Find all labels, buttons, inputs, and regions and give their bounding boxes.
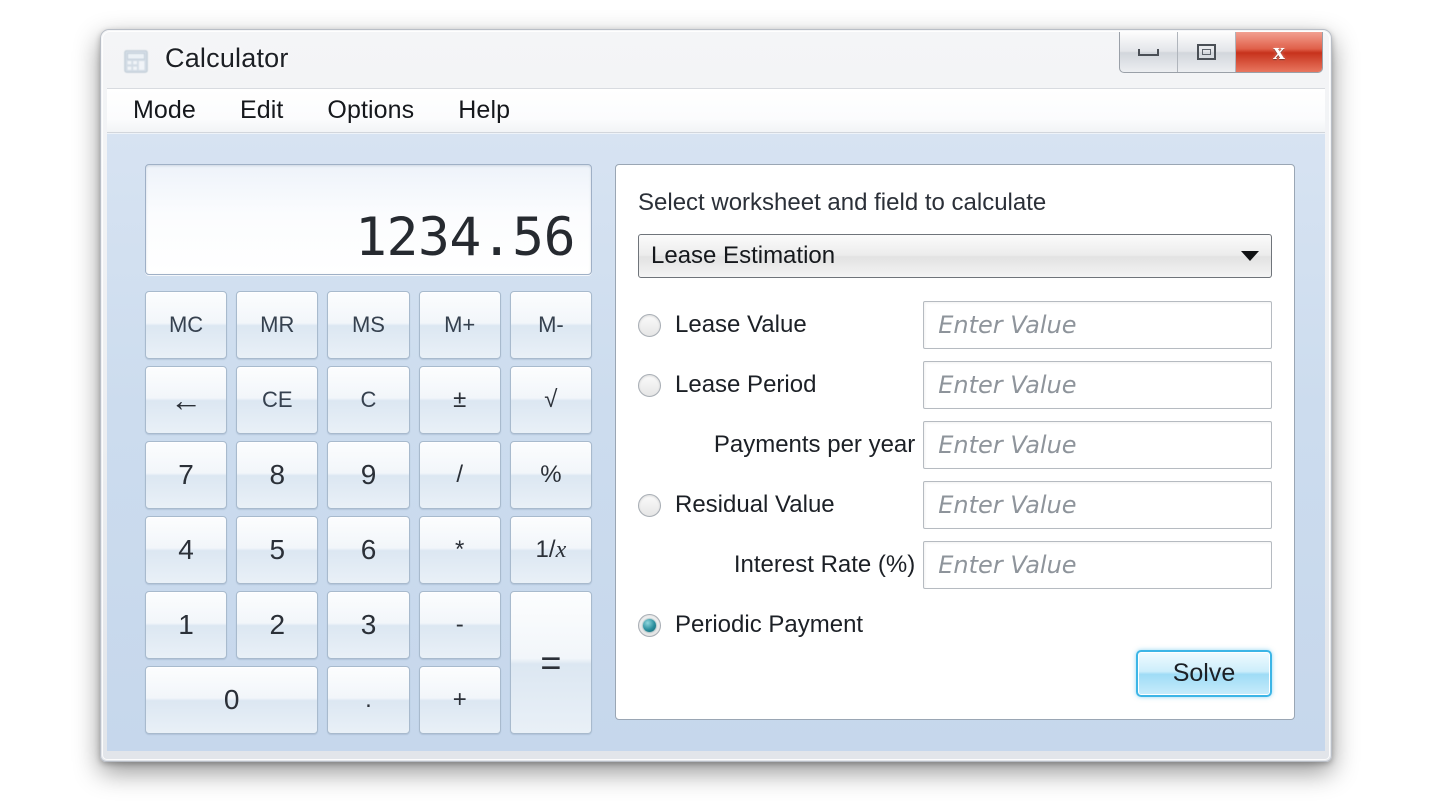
calculator-icon	[124, 50, 148, 73]
backspace-button[interactable]: ←	[145, 366, 228, 434]
worksheet-field-row: Lease Period Enter Value	[638, 357, 1272, 413]
square-root-button[interactable]: √	[509, 366, 592, 434]
subtract-button[interactable]: -	[418, 591, 501, 659]
field-label: Interest Rate (%)	[733, 551, 916, 578]
field-label-wrap: Payments per year	[638, 431, 923, 459]
input-placeholder: Enter Value	[938, 431, 1077, 459]
radio-lease-value[interactable]	[638, 313, 661, 337]
input-residual-value[interactable]: Enter Value	[923, 481, 1272, 529]
digit-5-button[interactable]: 5	[236, 516, 319, 584]
input-lease-period[interactable]: Enter Value	[923, 361, 1272, 409]
reciprocal-button[interactable]: 1/x	[509, 516, 592, 584]
worksheet-field-row: Periodic Payment	[638, 597, 1272, 653]
digit-4-button[interactable]: 4	[145, 516, 228, 584]
menu-bar: Mode Edit Options Help	[107, 88, 1325, 133]
solve-button[interactable]: Solve	[1136, 650, 1272, 697]
worksheet-field-row: Interest Rate (%) Enter Value	[638, 537, 1272, 593]
input-placeholder: Enter Value	[938, 491, 1077, 519]
digit-3-button[interactable]: 3	[327, 591, 410, 659]
field-label: Periodic Payment	[675, 611, 864, 638]
calculator-pad: 1234.56 MC MR MS M+ M- ← CE C ± √ 7 8 9/% 4 5 6 * 1/x 1 2 3-…	[145, 164, 592, 734]
worksheet-panel-title: Select worksheet and field to calculate	[638, 189, 1047, 216]
input-payments-per-year[interactable]: Enter Value	[923, 421, 1272, 469]
add-button[interactable]: +	[418, 666, 501, 734]
digit-1-button[interactable]: 1	[145, 591, 228, 659]
equals-button[interactable]: =	[509, 591, 592, 734]
minimize-button[interactable]	[1120, 32, 1178, 72]
calculator-window: Calculator x Mode Edit Options Help 1234…	[100, 29, 1332, 762]
memory-recall-button[interactable]: MR	[236, 291, 319, 359]
radio-lease-period[interactable]	[638, 373, 661, 397]
input-lease-value[interactable]: Enter Value	[923, 301, 1272, 349]
digit-7-button[interactable]: 7	[145, 441, 228, 509]
field-label-wrap: Lease Period	[638, 371, 923, 399]
multiply-button[interactable]: *	[418, 516, 501, 584]
client-area: 1234.56 MC MR MS M+ M- ← CE C ± √ 7 8 9/% 4 5 6 * 1/x 1 2 3-…	[107, 133, 1325, 751]
field-label-wrap: Interest Rate (%)	[638, 551, 923, 579]
field-label-wrap: Periodic Payment	[638, 611, 926, 639]
clear-entry-button[interactable]: CE	[236, 366, 319, 434]
input-placeholder: Enter Value	[938, 551, 1077, 579]
field-label: Payments per year	[713, 431, 916, 458]
window-title: Calculator	[165, 43, 289, 73]
close-button[interactable]: x	[1236, 32, 1322, 72]
menu-item-options[interactable]: Options	[323, 94, 418, 127]
field-label-wrap: Residual Value	[638, 491, 923, 519]
decimal-point-button[interactable]: .	[327, 666, 410, 734]
chevron-down-icon	[1241, 251, 1259, 261]
worksheet-fields: Lease Value Enter Value Lease Period Enter …	[638, 297, 1272, 653]
digit-6-button[interactable]: 6	[327, 516, 410, 584]
field-label: Lease Value	[675, 311, 807, 338]
window-controls: x	[1119, 32, 1323, 73]
radio-periodic-payment[interactable]	[638, 613, 661, 637]
digit-2-button[interactable]: 2	[236, 591, 319, 659]
keypad: MC MR MS M+ M- ← CE C ± √ 7 8 9/% 4 5 6 * 1/x 1 2 3- = 0. +	[145, 291, 592, 734]
worksheet-field-row: Payments per year Enter Value	[638, 417, 1272, 473]
input-interest-rate[interactable]: Enter Value	[923, 541, 1272, 589]
memory-add-button[interactable]: M+	[418, 291, 501, 359]
calculator-display: 1234.56	[145, 164, 592, 275]
worksheet-panel: Select worksheet and field to calculate …	[615, 164, 1295, 720]
input-placeholder: Enter Value	[938, 311, 1077, 339]
menu-item-help[interactable]: Help	[454, 94, 514, 127]
field-label-wrap: Lease Value	[638, 311, 923, 339]
radio-residual-value[interactable]	[638, 493, 661, 517]
maximize-icon	[1197, 44, 1216, 60]
memory-store-button[interactable]: MS	[327, 291, 410, 359]
divide-button[interactable]: /	[418, 441, 501, 509]
worksheet-field-row: Residual Value Enter Value	[638, 477, 1272, 533]
field-label: Residual Value	[675, 491, 835, 518]
worksheet-dropdown[interactable]: Lease Estimation	[638, 234, 1272, 278]
maximize-button[interactable]	[1178, 32, 1236, 72]
field-label: Lease Period	[675, 371, 817, 398]
worksheet-field-row: Lease Value Enter Value	[638, 297, 1272, 353]
memory-clear-button[interactable]: MC	[145, 291, 228, 359]
close-icon: x	[1273, 39, 1285, 65]
sign-toggle-button[interactable]: ±	[418, 366, 501, 434]
memory-subtract-button[interactable]: M-	[509, 291, 592, 359]
minimize-icon	[1138, 48, 1159, 56]
title-bar: Calculator x	[107, 32, 1325, 88]
clear-button[interactable]: C	[327, 366, 410, 434]
menu-item-mode[interactable]: Mode	[129, 94, 200, 127]
percent-button[interactable]: %	[509, 441, 592, 509]
digit-9-button[interactable]: 9	[327, 441, 410, 509]
display-value: 1234.56	[355, 207, 575, 268]
solve-row: Solve	[1136, 650, 1272, 697]
digit-0-button[interactable]: 0	[145, 666, 319, 734]
digit-8-button[interactable]: 8	[236, 441, 319, 509]
input-placeholder: Enter Value	[938, 371, 1077, 399]
menu-item-edit[interactable]: Edit	[236, 94, 287, 127]
worksheet-dropdown-value: Lease Estimation	[651, 242, 836, 269]
